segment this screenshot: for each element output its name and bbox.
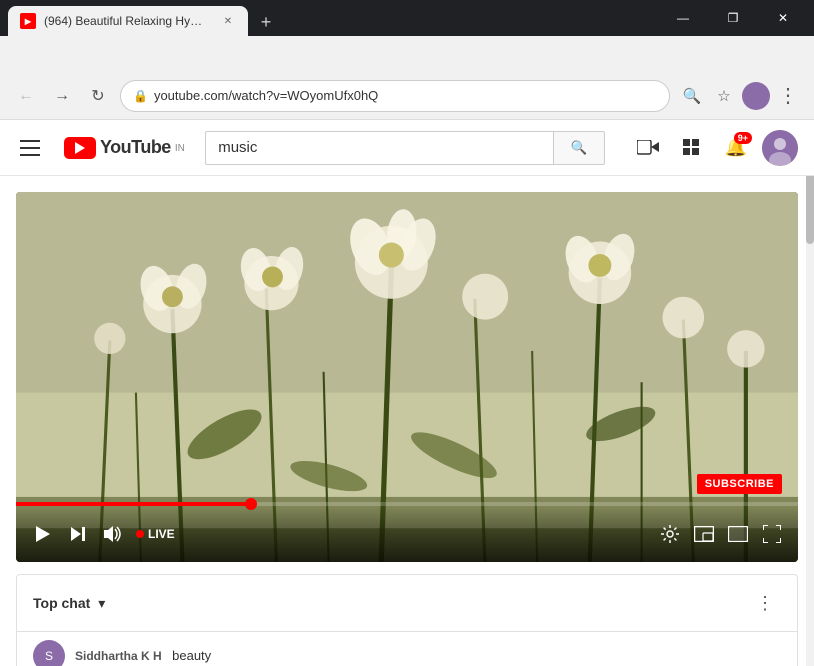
live-badge: LIVE bbox=[136, 527, 175, 541]
mute-button[interactable] bbox=[100, 520, 128, 548]
search-input[interactable] bbox=[205, 131, 553, 165]
chat-message: S Siddhartha K H beauty bbox=[17, 632, 797, 666]
search-bar: 🔍 bbox=[205, 131, 605, 165]
volume-icon bbox=[104, 526, 124, 542]
search-button[interactable]: 🔍 bbox=[553, 131, 605, 165]
grid-icon bbox=[683, 139, 701, 157]
avatar-image bbox=[762, 130, 798, 166]
theater-icon bbox=[728, 526, 748, 542]
chat-title: Top chat bbox=[33, 595, 90, 611]
chat-user-avatar: S bbox=[33, 640, 65, 666]
youtube-logo-icon bbox=[64, 137, 96, 159]
right-video-controls bbox=[656, 520, 786, 548]
search-icon: 🔍 bbox=[571, 140, 588, 156]
hamburger-line-3 bbox=[20, 154, 40, 156]
fullscreen-button[interactable] bbox=[758, 520, 786, 548]
notification-button[interactable]: 🔔 9+ bbox=[718, 130, 754, 166]
youtube-header: YouTube IN 🔍 bbox=[0, 120, 814, 176]
forward-button[interactable]: → bbox=[48, 82, 76, 110]
video-controls: LIVE bbox=[16, 506, 798, 562]
browser-titlebar: ▶ (964) Beautiful Relaxing Hymns, ✕ + — … bbox=[0, 0, 814, 36]
miniplayer-button[interactable] bbox=[690, 520, 718, 548]
lock-icon: 🔒 bbox=[133, 89, 148, 103]
minimize-button[interactable]: — bbox=[660, 0, 706, 36]
url-text: youtube.com/watch?v=WOyomUfx0hQ bbox=[154, 88, 378, 103]
page-scrollbar[interactable] bbox=[806, 120, 814, 666]
search-browser-button[interactable]: 🔍 bbox=[678, 82, 706, 110]
header-right-controls: 🔔 9+ bbox=[630, 130, 798, 166]
chat-dropdown-arrow[interactable]: ▾ bbox=[98, 595, 105, 612]
chat-header: Top chat ▾ ⋮ bbox=[17, 575, 797, 632]
settings-icon bbox=[661, 525, 679, 543]
video-container[interactable]: SUBSCRIBE bbox=[16, 192, 798, 562]
back-button[interactable]: ← bbox=[12, 82, 40, 110]
bookmark-button[interactable]: ☆ bbox=[710, 82, 738, 110]
browser-tab[interactable]: ▶ (964) Beautiful Relaxing Hymns, ✕ bbox=[8, 6, 248, 36]
address-bar: ← → ↻ 🔒 youtube.com/watch?v=WOyomUfx0hQ … bbox=[0, 72, 814, 120]
skip-next-icon bbox=[69, 525, 87, 543]
theater-button[interactable] bbox=[724, 520, 752, 548]
chat-message-content: Siddhartha K H beauty bbox=[75, 647, 211, 665]
miniplayer-icon bbox=[694, 526, 714, 542]
user-avatar[interactable] bbox=[762, 130, 798, 166]
tab-favicon: ▶ bbox=[20, 13, 36, 29]
settings-button[interactable] bbox=[656, 520, 684, 548]
hamburger-menu[interactable] bbox=[16, 132, 48, 164]
fullscreen-icon bbox=[763, 525, 781, 543]
grid-menu-button[interactable] bbox=[674, 130, 710, 166]
url-bar[interactable]: 🔒 youtube.com/watch?v=WOyomUfx0hQ bbox=[120, 80, 670, 112]
notification-badge: 9+ bbox=[734, 132, 752, 144]
chat-section: Top chat ▾ ⋮ S Siddhartha K H beauty bbox=[16, 574, 798, 666]
new-tab-button[interactable]: + bbox=[252, 8, 280, 36]
play-pause-button[interactable] bbox=[28, 520, 56, 548]
live-label: LIVE bbox=[148, 527, 175, 541]
youtube-page: YouTube IN 🔍 bbox=[0, 120, 814, 666]
upload-button[interactable] bbox=[630, 130, 666, 166]
tab-title: (964) Beautiful Relaxing Hymns, bbox=[44, 14, 212, 28]
tab-close-button[interactable]: ✕ bbox=[220, 13, 236, 29]
play-icon bbox=[33, 525, 51, 543]
hamburger-line-2 bbox=[20, 147, 40, 149]
chat-username: Siddhartha K H bbox=[75, 649, 162, 663]
chat-message-text: beauty bbox=[172, 648, 211, 663]
browser-profile-avatar[interactable] bbox=[742, 82, 770, 110]
chat-more-button[interactable]: ⋮ bbox=[749, 587, 781, 619]
live-dot bbox=[136, 530, 144, 538]
hamburger-line-1 bbox=[20, 140, 40, 142]
maximize-button[interactable]: ❐ bbox=[710, 0, 756, 36]
youtube-country-label: IN bbox=[175, 143, 185, 154]
skip-next-button[interactable] bbox=[64, 520, 92, 548]
upload-icon bbox=[637, 140, 659, 156]
close-button[interactable]: ✕ bbox=[760, 0, 806, 36]
youtube-logo-text: YouTube bbox=[100, 137, 171, 158]
reload-button[interactable]: ↻ bbox=[84, 82, 112, 110]
subscribe-overlay-button[interactable]: SUBSCRIBE bbox=[697, 474, 782, 494]
youtube-logo[interactable]: YouTube IN bbox=[64, 137, 185, 159]
browser-menu-button[interactable]: ⋮ bbox=[774, 82, 802, 110]
